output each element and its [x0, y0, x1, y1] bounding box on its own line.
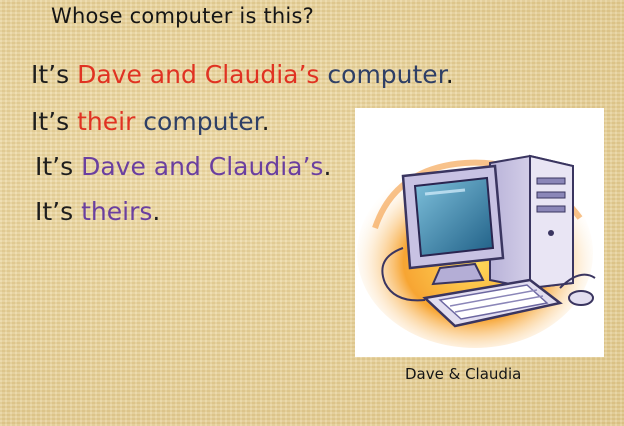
- sentence-2-highlight: their: [77, 107, 136, 136]
- sentence-1-highlight: Dave and Claudia’s: [77, 60, 320, 89]
- sentence-3-prefix: It’s: [35, 152, 82, 181]
- sentence-4-highlight: theirs: [81, 197, 153, 226]
- sentence-2-suffix: computer: [135, 107, 262, 136]
- desktop-computer-icon: [357, 154, 596, 348]
- image-caption: Dave & Claudia: [405, 365, 522, 383]
- sentence-1: It’s Dave and Claudia’s computer.: [31, 60, 454, 89]
- sentence-1-end: .: [445, 60, 454, 89]
- sentence-3-highlight: Dave and Claudia’s: [81, 152, 324, 181]
- sentence-4-prefix: It’s: [35, 197, 82, 226]
- sentence-1-prefix: It’s: [31, 60, 78, 89]
- sentence-1-suffix: computer: [319, 60, 446, 89]
- computer-image: [355, 108, 604, 357]
- sentence-3: It’s Dave and Claudia’s.: [35, 152, 331, 181]
- mouse: [568, 290, 594, 306]
- sentence-2-end: .: [261, 107, 270, 136]
- sentence-3-end: .: [323, 152, 332, 181]
- sentence-4: It’s theirs.: [35, 197, 160, 226]
- sentence-4-end: .: [152, 197, 161, 226]
- sentence-2-prefix: It’s: [31, 107, 78, 136]
- sentence-2: It’s their computer.: [31, 107, 270, 136]
- question-text: Whose computer is this?: [51, 4, 314, 28]
